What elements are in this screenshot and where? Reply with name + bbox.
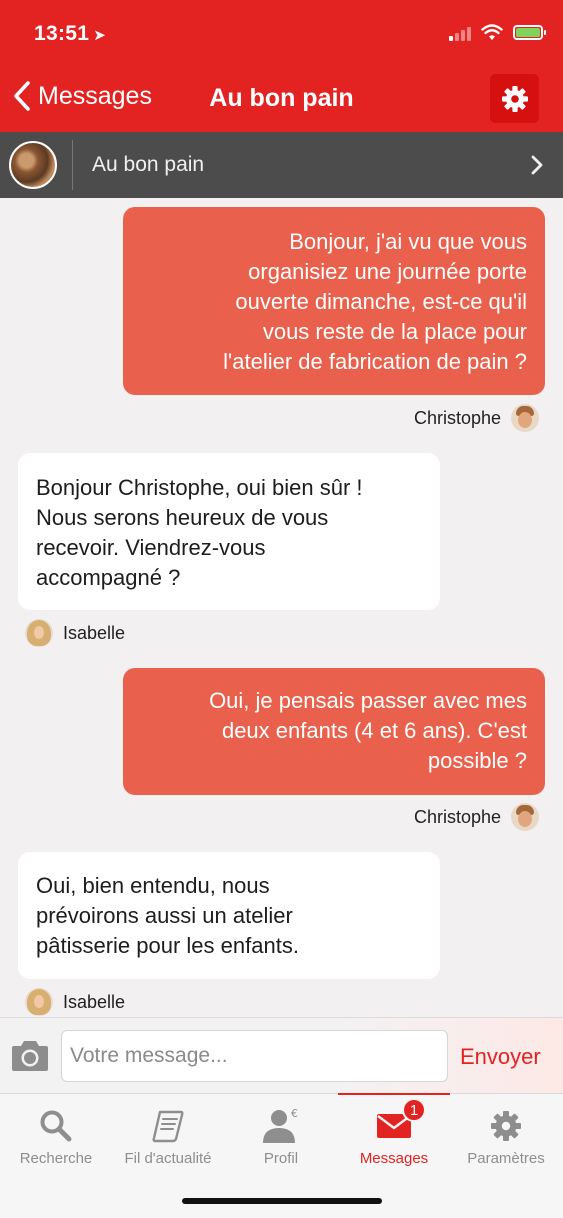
sender-name: Isabelle	[63, 622, 126, 643]
divider	[72, 140, 73, 190]
message-bubble-outgoing: Bonjour, j'ai vu que vous organisiez une…	[123, 207, 545, 395]
camera-icon[interactable]	[9, 1039, 51, 1073]
tab-parametres[interactable]: Paramètres	[450, 1094, 562, 1174]
battery-icon	[513, 25, 546, 40]
message-sender: Christophe	[414, 803, 539, 831]
status-time: 13:51 ➤	[34, 22, 107, 45]
scroll-icon	[152, 1110, 184, 1143]
message-line: possible ?	[427, 748, 527, 773]
tab-recherche[interactable]: Recherche	[0, 1094, 112, 1174]
message-line: prévoirons aussi un atelier	[36, 903, 293, 928]
avatar	[511, 404, 539, 432]
tab-fil-actualite[interactable]: Fil d'actualité	[112, 1094, 224, 1174]
message-line: pâtisserie pour les enfants.	[36, 933, 299, 958]
avatar	[25, 988, 53, 1016]
message-line: Nous serons heureux de vous	[36, 505, 329, 530]
tab-label: Paramètres	[467, 1150, 545, 1167]
message-line: recevoir. Viendrez-vous	[36, 535, 266, 560]
tab-label: Recherche	[19, 1150, 93, 1167]
send-button[interactable]: Envoyer	[460, 1044, 541, 1070]
message-input[interactable]	[61, 1030, 448, 1082]
message-bubble-incoming: Bonjour Christophe, oui bien sûr ! Nous …	[18, 453, 440, 610]
message-bubble-outgoing: Oui, je pensais passer avec mes deux enf…	[123, 668, 545, 795]
avatar	[511, 803, 539, 831]
sender-name: Isabelle	[63, 991, 126, 1012]
avatar	[25, 619, 53, 647]
message-line: organisiez une journée porte	[248, 259, 527, 284]
message-sender: Isabelle	[25, 619, 125, 647]
profile-icon: €	[263, 1107, 298, 1143]
settings-button[interactable]	[490, 74, 539, 123]
tab-messages[interactable]: 1 Messages	[338, 1093, 450, 1174]
svg-text:€: €	[291, 1107, 298, 1120]
unread-badge: 1	[402, 1098, 426, 1122]
shop-avatar	[9, 141, 57, 189]
message-line: Bonjour Christophe, oui bien sûr !	[36, 475, 363, 500]
status-icons	[449, 24, 546, 41]
message-line: Oui, bien entendu, nous	[36, 873, 270, 898]
conversation-header[interactable]: Au bon pain	[0, 132, 563, 198]
wifi-icon	[481, 24, 503, 40]
app-header: 13:51 ➤ Messages Au bon pain	[0, 0, 563, 132]
tab-label: Messages	[359, 1150, 429, 1167]
page-title: Au bon pain	[209, 84, 354, 112]
message-composer: Envoyer	[0, 1017, 563, 1093]
tab-label: Profil	[263, 1150, 299, 1167]
gear-icon	[491, 1111, 521, 1141]
sender-name: Christophe	[413, 806, 501, 827]
message-line: ouverte dimanche, est-ce qu'il	[235, 289, 527, 314]
message-line: deux enfants (4 et 6 ans). C'est	[221, 718, 527, 743]
signal-icon	[449, 25, 471, 41]
message-line: l'atelier de fabrication de pain ?	[223, 349, 527, 374]
message-line: accompagné ?	[36, 565, 181, 590]
message-bubble-incoming: Oui, bien entendu, nous prévoirons aussi…	[18, 852, 440, 979]
search-icon	[40, 1110, 72, 1142]
message-line: vous reste de la place pour	[262, 319, 527, 344]
message-line: Bonjour, j'ai vu que vous	[289, 229, 527, 254]
message-line: Oui, je pensais passer avec mes	[209, 688, 527, 713]
tab-profil[interactable]: € Profil	[225, 1094, 337, 1174]
location-arrow-icon: ➤	[93, 27, 107, 44]
message-sender: Christophe	[414, 404, 539, 432]
gear-icon	[501, 85, 528, 112]
chevron-right-icon	[531, 155, 543, 175]
conversation-name: Au bon pain	[92, 153, 205, 176]
tab-label: Fil d'actualité	[124, 1150, 212, 1167]
home-indicator[interactable]	[182, 1198, 382, 1204]
sender-name: Christophe	[413, 407, 501, 428]
message-sender: Isabelle	[25, 988, 125, 1016]
